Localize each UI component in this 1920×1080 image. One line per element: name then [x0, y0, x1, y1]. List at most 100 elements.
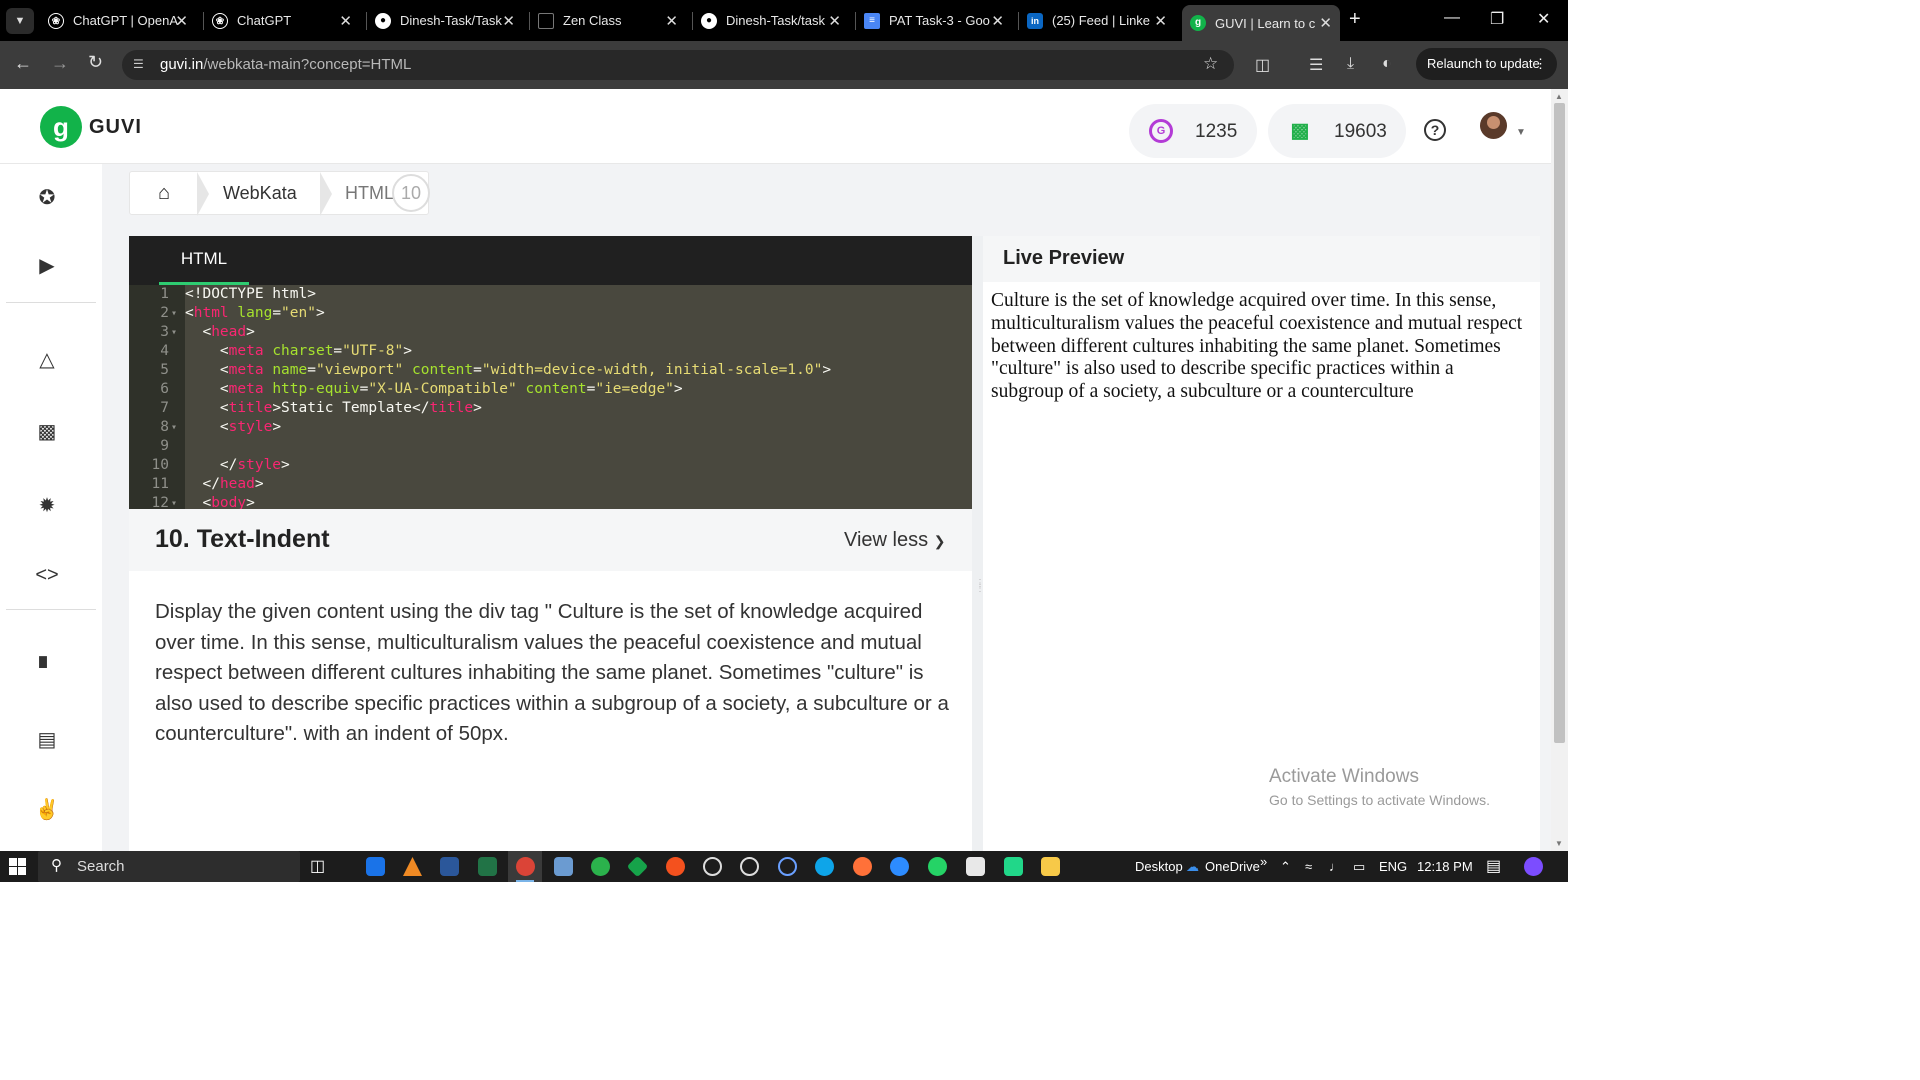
activation-watermark: Activate Windows Go to Settings to activ… — [1269, 766, 1490, 808]
edge-icon[interactable] — [815, 857, 834, 876]
notepad-icon[interactable] — [554, 857, 573, 876]
git-icon[interactable] — [626, 855, 649, 878]
chevron-down-icon[interactable]: ▼ — [1516, 127, 1526, 138]
word-icon[interactable] — [440, 857, 459, 876]
home-icon[interactable]: ⌂ — [158, 182, 170, 205]
app-icon[interactable] — [778, 857, 797, 876]
document-icon[interactable] — [966, 857, 985, 876]
guvi-logo-icon[interactable]: g — [40, 106, 82, 148]
chevron-up-icon[interactable]: ⌃ — [1280, 859, 1291, 875]
fold-icon[interactable]: ▾ — [171, 418, 177, 437]
battery-icon[interactable]: ▭ — [1353, 859, 1365, 875]
breadcrumb-webkata[interactable]: WebKata — [223, 183, 297, 204]
bar-chart-icon[interactable]: ▘ — [34, 657, 60, 681]
taskbar-search[interactable]: ⚲ Search — [38, 851, 300, 882]
task-view-icon[interactable]: ◫ — [310, 856, 325, 876]
bookmark-star-icon[interactable]: ☆ — [1203, 54, 1218, 74]
scrollbar-thumb[interactable] — [1554, 103, 1565, 743]
onedrive-label[interactable]: OneDrive — [1205, 859, 1260, 874]
notifications-icon[interactable]: ▤ — [1486, 856, 1501, 876]
close-tab-icon[interactable]: ✕ — [1319, 14, 1332, 32]
site-info-icon[interactable]: ☰ — [133, 57, 144, 71]
extensions-icon[interactable]: ◫ — [1255, 55, 1270, 75]
gift-icon[interactable]: ▤ — [34, 728, 60, 752]
download-icon[interactable]: ⤓ — [1347, 55, 1354, 73]
close-tab-icon[interactable]: ✕ — [502, 12, 515, 30]
pycharm-icon[interactable] — [1004, 857, 1023, 876]
onedrive-icon[interactable]: ☁ — [1186, 859, 1199, 875]
close-tab-icon[interactable]: ✕ — [1154, 12, 1167, 30]
browser-tab[interactable]: ● Dinesh-Task/task ✕ — [701, 0, 849, 41]
clock[interactable]: 12:18 PM — [1417, 859, 1473, 874]
language-indicator[interactable]: ENG — [1379, 859, 1407, 874]
upwork-icon[interactable] — [591, 857, 610, 876]
tab-html[interactable]: HTML — [159, 236, 249, 285]
code-area[interactable]: 1 <!DOCTYPE html> 2 ▾ <html lang="en"> 3 ▾ <… — [129, 285, 972, 509]
more-menu-icon[interactable]: ⋮ — [1534, 48, 1547, 80]
excel-icon[interactable] — [478, 857, 497, 876]
browser-tab[interactable]: ❀ ChatGPT | OpenA ✕ — [48, 0, 196, 41]
browser-tab[interactable]: Zen Class ✕ — [538, 0, 686, 41]
browser-tab[interactable]: ❀ ChatGPT ✕ — [212, 0, 360, 41]
gems-counter[interactable]: G 1235 — [1129, 104, 1257, 158]
back-icon[interactable]: ← — [14, 53, 32, 74]
logo-text[interactable]: GUVI — [89, 116, 142, 139]
fold-icon[interactable]: ▾ — [171, 323, 177, 342]
video-play-icon[interactable]: ▶ — [34, 254, 60, 278]
rank-counter[interactable]: ▩ 19603 — [1268, 104, 1406, 158]
close-tab-icon[interactable]: ✕ — [339, 12, 352, 30]
media-controls-icon[interactable]: ☰ — [1309, 55, 1323, 75]
speaker-icon[interactable]: ♩ — [1329, 859, 1342, 874]
breadcrumb-html[interactable]: HTML — [345, 183, 394, 204]
browser-tab[interactable]: ≡ PAT Task-3 - Goo ✕ — [864, 0, 1012, 41]
fold-icon[interactable]: ▾ — [171, 304, 177, 323]
mail-icon[interactable] — [366, 857, 385, 876]
firefox-icon[interactable] — [853, 857, 872, 876]
app-icon[interactable] — [740, 857, 759, 876]
whatsapp-icon[interactable] — [928, 857, 947, 876]
window-close-icon[interactable]: ✕ — [1537, 9, 1550, 29]
vlc-icon[interactable] — [403, 857, 422, 876]
postman-icon[interactable] — [666, 857, 685, 876]
overflow-icon[interactable]: » — [1260, 854, 1267, 869]
desktop-label[interactable]: Desktop — [1135, 859, 1183, 874]
help-icon[interactable]: ? — [1424, 119, 1446, 141]
megaphone-icon[interactable]: ✌ — [34, 798, 60, 822]
page-scrollbar[interactable]: ▲ ▼ — [1551, 89, 1568, 851]
yoga-icon[interactable]: ✪ — [34, 186, 60, 210]
app-icon[interactable] — [703, 857, 722, 876]
forward-icon[interactable]: → — [51, 53, 69, 74]
restore-icon[interactable]: ❐ — [1490, 9, 1504, 29]
close-tab-icon[interactable]: ✕ — [665, 12, 678, 30]
wifi-icon[interactable]: ≈ — [1305, 859, 1312, 874]
relaunch-button[interactable]: Relaunch to update ⋮ — [1416, 48, 1557, 80]
code-icon[interactable]: <> — [34, 563, 60, 587]
profile-icon[interactable]: ◐ — [1382, 55, 1392, 73]
gems-count: 1235 — [1195, 121, 1238, 142]
scroll-up-icon[interactable]: ▲ — [1555, 92, 1563, 101]
close-tab-icon[interactable]: ✕ — [991, 12, 1004, 30]
browser-tab-active[interactable]: g GUVI | Learn to c ✕ — [1182, 5, 1340, 41]
tab-title: ChatGPT — [237, 13, 292, 28]
copilot-icon[interactable] — [1524, 857, 1543, 876]
close-tab-icon[interactable]: ✕ — [175, 12, 188, 30]
view-less-button[interactable]: View less ❯ — [844, 529, 945, 552]
sticky-notes-icon[interactable] — [1041, 857, 1060, 876]
bug-icon[interactable]: ✹ — [34, 494, 60, 518]
scroll-down-icon[interactable]: ▼ — [1555, 839, 1563, 848]
shapes-icon[interactable]: △ — [34, 348, 60, 372]
chrome-icon[interactable] — [516, 857, 535, 876]
fold-icon[interactable]: ▾ — [171, 494, 177, 509]
browser-tab[interactable]: ● Dinesh-Task/Task ✕ — [375, 0, 523, 41]
pane-resize-handle[interactable]: ⋮ ⋮ — [972, 236, 985, 851]
minimize-icon[interactable]: — — [1444, 9, 1460, 27]
zoom-icon[interactable] — [890, 857, 909, 876]
windows-start-icon[interactable] — [9, 858, 26, 875]
avatar[interactable] — [1480, 112, 1507, 139]
tab-search-dropdown-icon[interactable]: ▼ — [6, 8, 34, 34]
new-tab-icon[interactable]: + — [1349, 8, 1361, 31]
browser-tab[interactable]: in (25) Feed | Linke ✕ — [1027, 0, 1175, 41]
reload-icon[interactable]: ↻ — [88, 52, 103, 73]
close-tab-icon[interactable]: ✕ — [828, 12, 841, 30]
terminal-icon[interactable]: ▩ — [34, 420, 60, 444]
